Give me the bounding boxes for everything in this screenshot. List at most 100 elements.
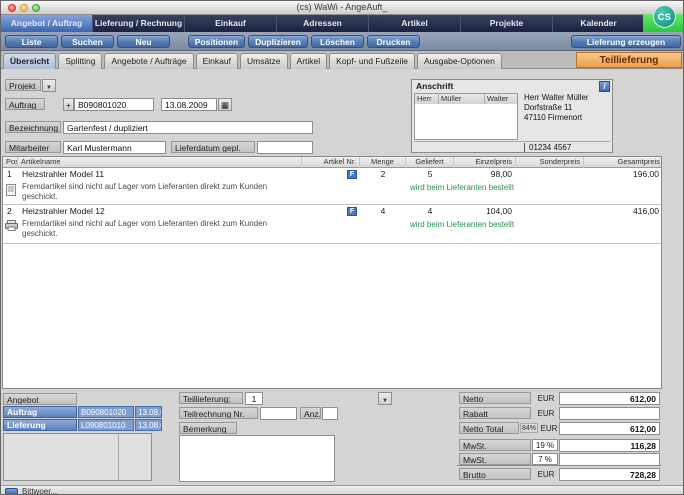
divider bbox=[118, 434, 119, 480]
positionen-button[interactable]: Positionen bbox=[188, 35, 245, 48]
subtab-umsaetze[interactable]: Umsätze bbox=[240, 53, 288, 69]
lieferung-erzeugen-button[interactable]: Lieferung erzeugen bbox=[571, 35, 681, 48]
subtab-uebersicht[interactable]: Übersicht bbox=[3, 53, 56, 69]
auftrag-doc-label[interactable]: Auftrag bbox=[3, 406, 77, 418]
mwst19-rate-field[interactable]: 19 % bbox=[532, 439, 558, 451]
lieferdatum-field[interactable] bbox=[257, 141, 313, 154]
cell-gesamtpreis: 416,00 bbox=[584, 206, 659, 216]
cell-einzelpreis[interactable]: 104,00 bbox=[454, 206, 512, 216]
col-pos[interactable]: Pos bbox=[3, 157, 18, 168]
bemerkung-textarea[interactable] bbox=[179, 435, 335, 482]
neu-button[interactable]: Neu bbox=[117, 35, 170, 48]
cell-menge[interactable]: 2 bbox=[360, 169, 406, 179]
bezeichnung-field[interactable]: Gartenfest / dupliziert bbox=[63, 121, 313, 134]
positions-table: Pos Artikelname Artikel Nr. Menge Gelief… bbox=[2, 156, 662, 389]
subtab-kopf-fusszeile[interactable]: Kopf- und Fußzeile bbox=[329, 53, 415, 69]
teillieferung-field[interactable]: 1 bbox=[245, 392, 263, 405]
cell-geliefert[interactable]: 4 bbox=[406, 206, 454, 216]
mwst7-rate-field[interactable]: 7 % bbox=[532, 453, 558, 465]
status-bar: Bittwoer... bbox=[1, 485, 684, 495]
netto-label: Netto bbox=[459, 392, 531, 404]
contact-list[interactable]: Herr Müller Walter bbox=[414, 93, 518, 140]
bemerkung-label: Bemerkung bbox=[179, 422, 237, 434]
netto-currency: EUR bbox=[535, 394, 557, 403]
printer-icon bbox=[5, 220, 18, 231]
totals-dropdown-button[interactable]: ▼ bbox=[378, 392, 392, 405]
lieferung-doc-nr[interactable]: L090801010 bbox=[78, 419, 134, 431]
contact-col-name: Müller bbox=[439, 94, 485, 104]
mitarbeiter-field[interactable]: Karl Mustermann bbox=[63, 141, 166, 154]
anschrift-panel: Anschrift i Herr Müller Walter Herr Walt… bbox=[411, 79, 613, 153]
auftrag-doc-nr[interactable]: B090801020 bbox=[78, 406, 134, 418]
bezeichnung-label: Bezeichnung bbox=[5, 121, 61, 133]
auftrag-datum-field[interactable]: 13.08.2009 bbox=[161, 98, 217, 111]
lieferung-doc-label[interactable]: Lieferung bbox=[3, 419, 77, 431]
col-gesamtpreis[interactable]: Gesamtpreis bbox=[584, 157, 663, 168]
col-sonderpreis[interactable]: Sonderpreis bbox=[516, 157, 584, 168]
subtab-ausgabe-optionen[interactable]: Ausgabe-Optionen bbox=[417, 53, 502, 69]
col-menge[interactable]: Menge bbox=[360, 157, 406, 168]
lieferung-doc-datum[interactable]: 13.08.09 bbox=[135, 419, 162, 431]
main-tab-lieferung-rechnung[interactable]: Lieferung / Rechnung bbox=[93, 15, 185, 32]
anzahl-label: Anz. bbox=[300, 407, 321, 419]
address-line: Dorfstraße 11 bbox=[524, 103, 589, 113]
cell-einzelpreis[interactable]: 98,00 bbox=[454, 169, 512, 179]
projekt-label: Projekt bbox=[5, 79, 41, 91]
row-pos: 1 bbox=[7, 169, 12, 179]
liste-button[interactable]: Liste bbox=[5, 35, 58, 48]
cell-menge[interactable]: 4 bbox=[360, 206, 406, 216]
angebot-label: Angebot bbox=[3, 393, 77, 405]
subtab-artikel[interactable]: Artikel bbox=[290, 53, 328, 69]
main-tab-adressen[interactable]: Adressen bbox=[277, 15, 369, 32]
subtab-einkauf[interactable]: Einkauf bbox=[196, 53, 238, 69]
add-auftrag-button[interactable]: + bbox=[63, 98, 74, 111]
main-tab-kalender[interactable]: Kalender bbox=[553, 15, 645, 32]
document-icon bbox=[6, 184, 16, 196]
navigation-icon[interactable] bbox=[5, 488, 18, 495]
article-name: Heizstrahler Model 12 bbox=[22, 206, 105, 216]
netto-total-label: Netto Total bbox=[459, 422, 519, 434]
address-block: Herr Walter Müller Dorfstraße 11 47110 F… bbox=[524, 93, 589, 123]
documents-history-box[interactable] bbox=[3, 433, 152, 481]
rabatt-field[interactable] bbox=[559, 407, 660, 420]
main-tab-einkauf[interactable]: Einkauf bbox=[185, 15, 277, 32]
netto-total-value: 612,00 bbox=[559, 422, 660, 435]
subtab-angebote-auftraege[interactable]: Angebote / Aufträge bbox=[104, 53, 193, 69]
col-artikelname[interactable]: Artikelname bbox=[18, 157, 302, 168]
phone-number: 01234 4567 bbox=[524, 143, 571, 152]
duplizieren-button[interactable]: Duplizieren bbox=[248, 35, 308, 48]
main-tab-bar: Angebot / Auftrag Lieferung / Rechnung E… bbox=[1, 15, 645, 32]
contact-col-vorname: Walter bbox=[485, 94, 517, 104]
anzahl-field[interactable] bbox=[322, 407, 338, 420]
projekt-dropdown[interactable]: ▼ bbox=[42, 79, 56, 92]
calendar-icon: ▦ bbox=[221, 100, 229, 110]
teilrechnung-label: Teilrechnung Nr. bbox=[179, 407, 258, 419]
cell-geliefert[interactable]: 5 bbox=[406, 169, 454, 179]
subtab-splitting[interactable]: Splitting bbox=[58, 53, 102, 69]
main-tab-projekte[interactable]: Projekte bbox=[461, 15, 553, 32]
col-artikel-nr[interactable]: Artikel Nr. bbox=[302, 157, 360, 168]
table-row[interactable]: 2 Heizstrahler Model 12 F 4 4 104,00 416… bbox=[3, 205, 661, 244]
col-einzelpreis[interactable]: Einzelpreis bbox=[454, 157, 516, 168]
teillieferung-badge: Teillieferung bbox=[576, 52, 682, 68]
calendar-button[interactable]: ▦ bbox=[218, 98, 232, 111]
brand-logo: CS bbox=[653, 5, 676, 28]
chevron-down-icon: ▼ bbox=[382, 398, 388, 404]
auftrag-doc-datum[interactable]: 13.08.0 bbox=[135, 406, 162, 418]
main-tab-angebot-auftrag[interactable]: Angebot / Auftrag bbox=[1, 15, 93, 32]
suchen-button[interactable]: Suchen bbox=[61, 35, 114, 48]
fremdartikel-flag: F bbox=[347, 207, 357, 216]
loeschen-button[interactable]: Löschen bbox=[311, 35, 364, 48]
col-geliefert[interactable]: Geliefert bbox=[406, 157, 454, 168]
table-row[interactable]: 1 Heizstrahler Model 11 F 2 5 98,00 196,… bbox=[3, 168, 661, 205]
auftrag-nr-field[interactable]: B090801020 bbox=[74, 98, 154, 111]
sub-tab-bar: Übersicht Splitting Angebote / Aufträge … bbox=[1, 51, 684, 69]
brutto-currency: EUR bbox=[535, 470, 557, 479]
teilrechnung-field[interactable] bbox=[260, 407, 297, 420]
auftrag-label: Auftrag bbox=[5, 98, 45, 110]
totals-divider bbox=[457, 465, 661, 466]
info-button[interactable]: i bbox=[599, 81, 610, 92]
mitarbeiter-label: Mitarbeiter bbox=[5, 141, 61, 153]
drucken-button[interactable]: Drucken bbox=[367, 35, 420, 48]
main-tab-artikel[interactable]: Artikel bbox=[369, 15, 461, 32]
